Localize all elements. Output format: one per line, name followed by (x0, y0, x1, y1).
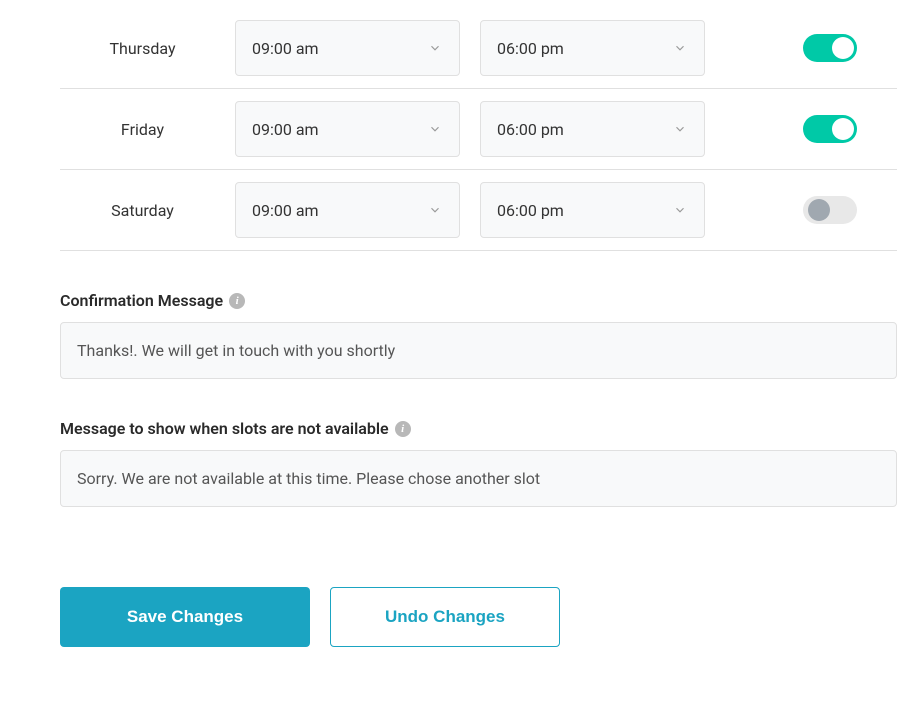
save-button[interactable]: Save Changes (60, 587, 310, 647)
day-enabled-toggle[interactable] (803, 196, 857, 224)
schedule-row-friday: Friday 09:00 am 06:00 pm (60, 89, 897, 170)
day-label: Thursday (60, 39, 235, 58)
schedule-row-thursday: Thursday 09:00 am 06:00 pm (60, 0, 897, 89)
action-buttons: Save Changes Undo Changes (60, 587, 897, 647)
end-time-select[interactable]: 06:00 pm (480, 101, 705, 157)
end-time-value: 06:00 pm (497, 39, 564, 58)
day-label: Saturday (60, 201, 235, 220)
confirmation-section: Confirmation Message i (60, 291, 897, 379)
unavailable-label-text: Message to show when slots are not avail… (60, 419, 389, 438)
schedule-row-saturday: Saturday 09:00 am 06:00 pm (60, 170, 897, 251)
unavailable-label: Message to show when slots are not avail… (60, 419, 897, 438)
chevron-down-icon (427, 202, 443, 218)
day-enabled-toggle[interactable] (803, 34, 857, 62)
start-time-select[interactable]: 09:00 am (235, 20, 460, 76)
info-icon[interactable]: i (395, 421, 411, 437)
chevron-down-icon (672, 40, 688, 56)
day-enabled-toggle[interactable] (803, 115, 857, 143)
undo-button[interactable]: Undo Changes (330, 587, 560, 647)
chevron-down-icon (427, 121, 443, 137)
start-time-select[interactable]: 09:00 am (235, 101, 460, 157)
chevron-down-icon (427, 40, 443, 56)
unavailable-message-input[interactable] (60, 450, 897, 507)
toggle-knob (808, 199, 830, 221)
confirmation-label-text: Confirmation Message (60, 291, 223, 310)
chevron-down-icon (672, 121, 688, 137)
day-label: Friday (60, 120, 235, 139)
confirmation-label: Confirmation Message i (60, 291, 897, 310)
unavailable-section: Message to show when slots are not avail… (60, 419, 897, 507)
start-time-value: 09:00 am (252, 39, 319, 58)
end-time-value: 06:00 pm (497, 120, 564, 139)
end-time-select[interactable]: 06:00 pm (480, 182, 705, 238)
confirmation-message-input[interactable] (60, 322, 897, 379)
start-time-select[interactable]: 09:00 am (235, 182, 460, 238)
end-time-value: 06:00 pm (497, 201, 564, 220)
chevron-down-icon (672, 202, 688, 218)
toggle-knob (832, 37, 854, 59)
info-icon[interactable]: i (229, 293, 245, 309)
start-time-value: 09:00 am (252, 201, 319, 220)
end-time-select[interactable]: 06:00 pm (480, 20, 705, 76)
start-time-value: 09:00 am (252, 120, 319, 139)
toggle-knob (832, 118, 854, 140)
